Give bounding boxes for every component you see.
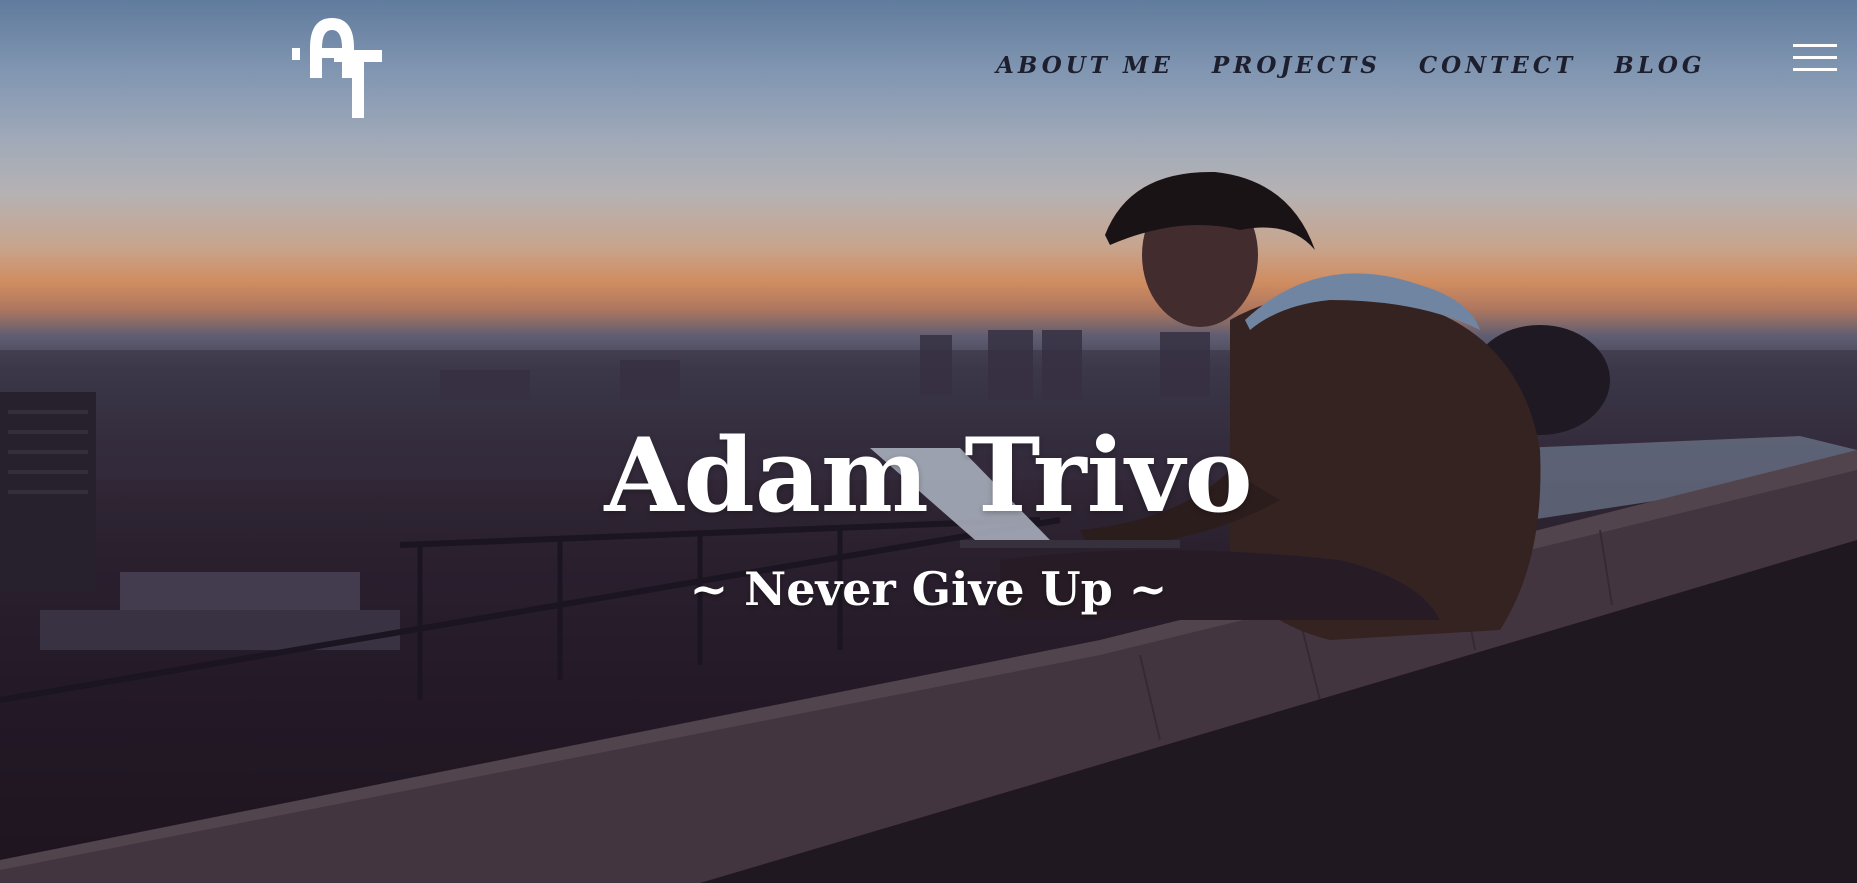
nav-projects-link[interactable]: PROJECTS — [1212, 52, 1381, 79]
main-nav: ABOUT ME PROJECTS CONTECT BLOG — [996, 52, 1706, 79]
at-monogram-logo[interactable] — [290, 8, 390, 120]
nav-blog-link[interactable]: BLOG — [1614, 52, 1705, 79]
hero-section: ABOUT ME PROJECTS CONTECT BLOG Adam Triv… — [0, 0, 1857, 883]
menu-bar — [1793, 56, 1837, 59]
nav-contect-link[interactable]: CONTECT — [1419, 52, 1576, 79]
hero-title: Adam Trivo — [604, 416, 1253, 536]
menu-bar — [1793, 44, 1837, 47]
hamburger-menu-icon[interactable] — [1793, 42, 1837, 74]
hero-tagline: ~ Never Give Up ~ — [689, 562, 1168, 616]
menu-bar — [1793, 68, 1837, 71]
nav-about-me-link[interactable]: ABOUT ME — [996, 52, 1174, 79]
